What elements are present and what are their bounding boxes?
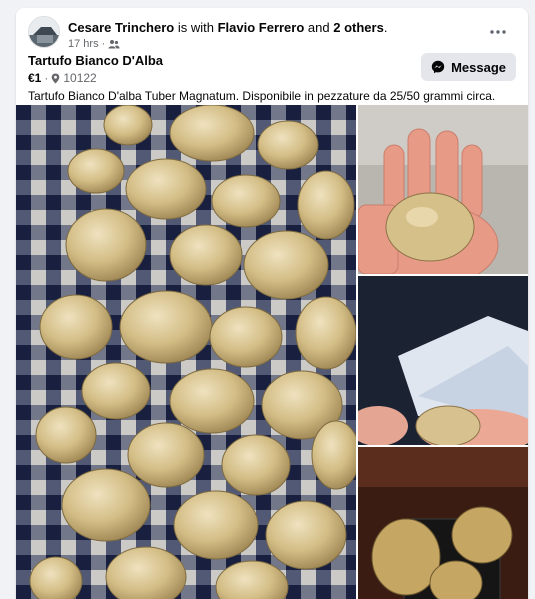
post-meta: 17 hrs · bbox=[68, 38, 120, 50]
post-author-line: Cesare Trinchero is with Flavio Ferrero … bbox=[68, 20, 387, 35]
and-text: and bbox=[307, 20, 330, 35]
message-button[interactable]: Message bbox=[421, 53, 516, 81]
others-link[interactable]: 2 others bbox=[333, 20, 384, 35]
friends-icon[interactable] bbox=[108, 39, 120, 49]
messenger-icon bbox=[431, 60, 445, 74]
tagged-name[interactable]: Flavio Ferrero bbox=[218, 20, 305, 35]
avatar[interactable] bbox=[28, 16, 60, 48]
post-header: Cesare Trinchero is with Flavio Ferrero … bbox=[28, 16, 516, 56]
listing-price-row: €1 · 10122 bbox=[28, 71, 97, 85]
listing-location: 10122 bbox=[63, 71, 97, 85]
photo-truffle-in-hand[interactable] bbox=[358, 105, 528, 274]
with-text: is with bbox=[177, 20, 214, 35]
message-label: Message bbox=[451, 59, 506, 75]
post-time[interactable]: 17 hrs bbox=[68, 38, 99, 50]
meta-dot: · bbox=[101, 38, 106, 50]
photo-truffle-held-dark[interactable] bbox=[358, 276, 528, 445]
listing-price: €1 bbox=[28, 71, 42, 85]
photo-truffles-on-scale[interactable] bbox=[358, 447, 528, 599]
photo-gallery bbox=[16, 105, 528, 599]
listing-title[interactable]: Tartufo Bianco D'Alba bbox=[28, 53, 163, 68]
price-sep: · bbox=[44, 71, 49, 85]
listing-description: Tartufo Bianco D'alba Tuber Magnatum. Di… bbox=[28, 89, 496, 103]
photo-truffles-in-basket[interactable] bbox=[16, 105, 356, 599]
author-name[interactable]: Cesare Trinchero bbox=[68, 20, 174, 35]
location-pin-icon bbox=[51, 73, 60, 84]
marketplace-post-card: Cesare Trinchero is with Flavio Ferrero … bbox=[16, 8, 528, 599]
author-line-period: . bbox=[383, 20, 388, 35]
more-options-icon[interactable] bbox=[484, 18, 512, 46]
